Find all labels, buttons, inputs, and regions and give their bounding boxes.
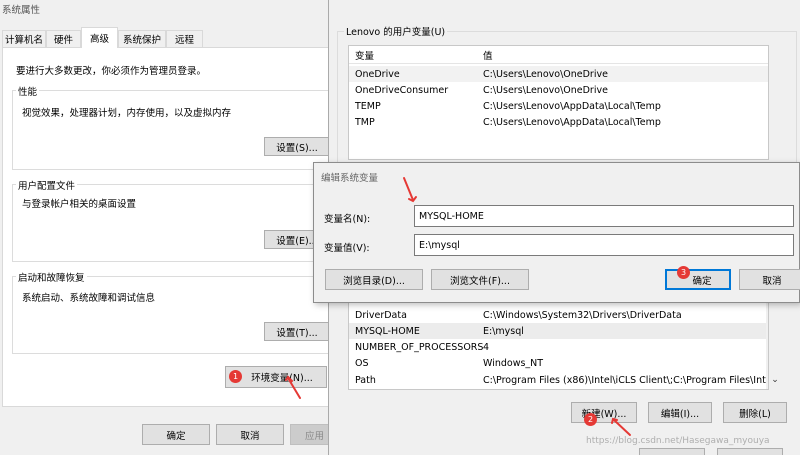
arrow-to-env-button xyxy=(287,377,301,399)
arrow-to-name-field xyxy=(403,177,414,201)
annotation-arrows xyxy=(285,177,631,436)
watermark: https://blog.csdn.net/Hasegawa_myouya xyxy=(586,436,770,446)
arrow-to-new-button xyxy=(613,419,631,436)
tab-advanced[interactable]: 高级 xyxy=(81,27,118,48)
